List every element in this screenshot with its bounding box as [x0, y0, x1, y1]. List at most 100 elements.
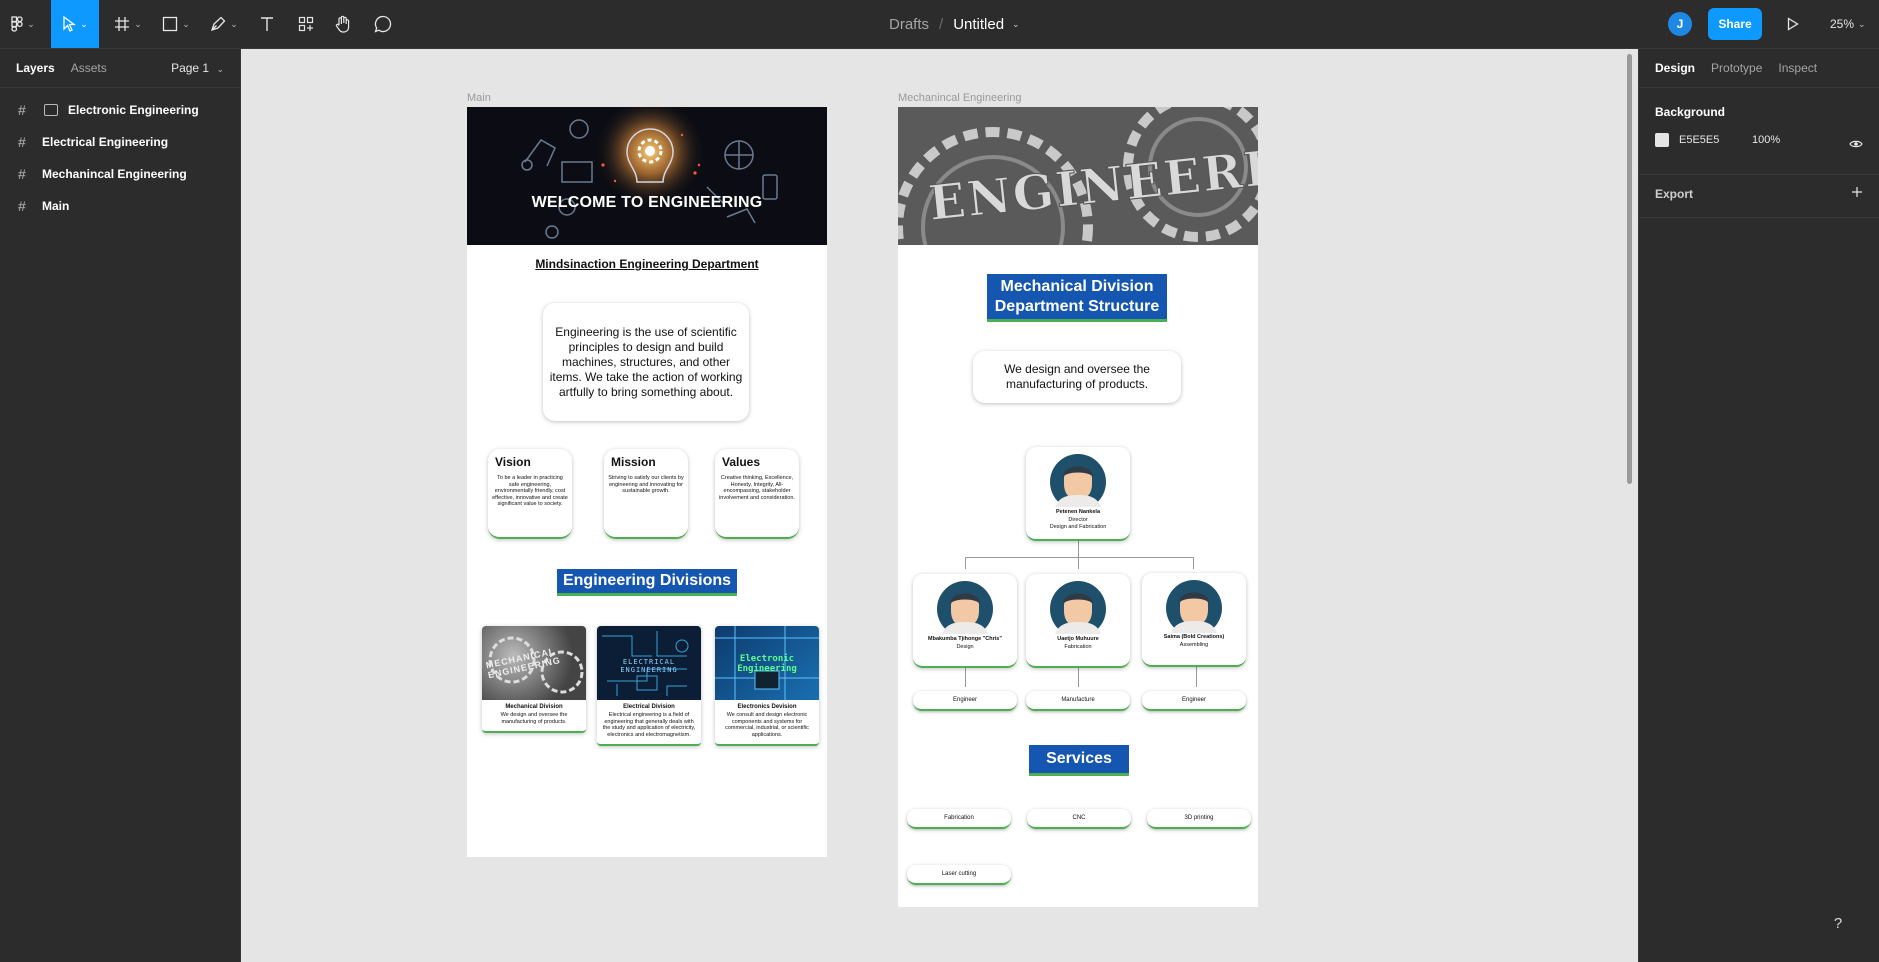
file-name[interactable]: Untitled: [953, 16, 1004, 33]
text-tool-button[interactable]: [254, 0, 280, 48]
layers-panel: Layers Assets Page 1 ⌄ # Electronic Engi…: [0, 49, 241, 962]
rectangle-icon: [163, 16, 178, 32]
comment-tool-button[interactable]: [370, 0, 396, 48]
divider: [1639, 174, 1879, 175]
service-pill: Laser cutting: [907, 865, 1011, 885]
avatar-icon: [1050, 581, 1106, 634]
mission-text: Striving to satisfy our clients by engin…: [608, 475, 684, 494]
canvas-scrollbar[interactable]: [1627, 54, 1632, 484]
plus-icon[interactable]: [1851, 186, 1863, 198]
background-hex[interactable]: E5E5E5: [1679, 134, 1752, 146]
frame-hash-icon: #: [18, 198, 26, 214]
tab-inspect[interactable]: Inspect: [1778, 61, 1817, 75]
chevron-down-icon[interactable]: ⌄: [1012, 19, 1020, 30]
component-frame-icon: [44, 104, 58, 116]
division-title: Electronics Devision: [737, 704, 797, 710]
mechanical-intro-card: We design and oversee the manufacturing …: [973, 351, 1181, 403]
pen-tool-button[interactable]: ⌄: [206, 0, 242, 48]
tab-assets[interactable]: Assets: [71, 61, 107, 75]
person-name: Uaetjo Muhuure: [1057, 636, 1099, 642]
org-node-director: Petenen Nankela Director Design and Fabr…: [1026, 447, 1130, 541]
frame-tool-button[interactable]: ⌄: [110, 0, 146, 48]
circuit-image-caption: ELECTRICAL ENGINEERING: [620, 658, 678, 674]
layer-name: Electronic Engineering: [68, 103, 199, 117]
export-section-title: Export: [1655, 187, 1694, 201]
tab-layers[interactable]: Layers: [16, 61, 55, 75]
layer-item[interactable]: # Electrical Engineering: [0, 126, 240, 158]
mission-card: Mission Striving to satisfy our clients …: [604, 449, 688, 539]
background-fill-row: E5E5E5 100%: [1655, 133, 1780, 147]
right-panel-tabs: Design Prototype Inspect: [1639, 49, 1879, 88]
avatar-icon: [937, 581, 993, 634]
person-role: Fabrication: [1064, 644, 1092, 650]
cursor-arrow-icon: [63, 16, 77, 32]
layer-item[interactable]: # Main: [0, 190, 240, 222]
text-t-icon: [261, 17, 273, 31]
intro-card: Engineering is the use of scientific pri…: [543, 303, 749, 421]
gears-banner: ENGINEERING: [898, 107, 1258, 245]
chevron-down-icon: ⌄: [1858, 18, 1866, 29]
chevron-down-icon: ⌄: [230, 18, 238, 29]
help-button[interactable]: ?: [1821, 906, 1855, 940]
tab-prototype[interactable]: Prototype: [1711, 61, 1762, 75]
hero-title: WELCOME TO ENGINEERING: [531, 194, 763, 211]
top-toolbar: ⌄ ⌄ ⌄ ⌄ ⌄ Drafts / Untitled ⌄ J Share 25…: [0, 0, 1879, 49]
frame-hash-icon: #: [18, 134, 26, 150]
frame-main[interactable]: WELCOME TO ENGINEERING Mindsinaction Eng…: [467, 107, 827, 857]
components-icon: [298, 16, 314, 32]
person-name: Saima (Bold Creations): [1163, 634, 1225, 640]
person-role: Assembling: [1179, 642, 1209, 648]
divider: [1639, 217, 1879, 218]
service-pill: 3D printing: [1147, 809, 1251, 829]
zoom-level: 25%: [1830, 17, 1855, 31]
service-pill: CNC: [1027, 809, 1131, 829]
service-pill: Fabrication: [907, 809, 1011, 829]
page-selector[interactable]: Page 1 ⌄: [171, 61, 224, 75]
frame-mechanical[interactable]: ENGINEERING Mechanical Division Departme…: [898, 107, 1258, 907]
org-node-member: Uaetjo Muhuure Fabrication: [1026, 574, 1130, 668]
background-section-title: Background: [1655, 105, 1726, 119]
layer-item[interactable]: # Electronic Engineering: [0, 94, 240, 126]
org-node-member: Mbakumba Tjihonge "Chris" Design: [913, 574, 1017, 668]
shape-tool-button[interactable]: ⌄: [158, 0, 194, 48]
role-pill: Engineer: [1142, 691, 1246, 711]
chevron-down-icon: ⌄: [80, 18, 88, 29]
layer-name: Main: [42, 199, 70, 213]
org-connector: [1078, 541, 1079, 557]
eye-icon[interactable]: [1849, 139, 1863, 149]
tab-design[interactable]: Design: [1655, 61, 1695, 75]
breadcrumb-drafts[interactable]: Drafts: [889, 16, 929, 33]
hero-banner: WELCOME TO ENGINEERING: [467, 107, 827, 245]
properties-panel: Design Prototype Inspect Background E5E5…: [1638, 49, 1879, 962]
resources-tool-button[interactable]: [293, 0, 319, 48]
comment-bubble-icon: [374, 15, 392, 33]
user-avatar[interactable]: J: [1668, 12, 1692, 36]
figma-logo-icon: [11, 16, 23, 32]
mechanical-division-card: MECHANICAL ENGINEERING Mechanical Divisi…: [482, 626, 586, 733]
division-text: We design and oversee the manufacturing …: [500, 712, 568, 725]
circuit-image: ELECTRICAL ENGINEERING: [597, 626, 701, 700]
division-title: Electrical Division: [623, 704, 675, 710]
org-connector: [965, 557, 966, 569]
breadcrumb-separator: /: [939, 15, 944, 33]
frame-label-mechanical[interactable]: Mechanincal Engineering: [898, 92, 1022, 104]
division-text: We consult and design electronic compone…: [725, 712, 809, 738]
values-text: Creative thinking, Excellence, Honesty, …: [719, 475, 795, 501]
frame-hash-icon: #: [18, 166, 26, 182]
layer-item[interactable]: # Mechanincal Engineering: [0, 158, 240, 190]
move-tool-button[interactable]: ⌄: [51, 0, 99, 48]
share-button[interactable]: Share: [1708, 8, 1762, 40]
zoom-menu[interactable]: 25% ⌄: [1830, 0, 1866, 48]
main-menu-button[interactable]: ⌄: [6, 0, 40, 48]
frame-label-main[interactable]: Main: [467, 92, 491, 104]
file-title[interactable]: Drafts / Untitled ⌄: [889, 0, 1020, 48]
hand-tool-button[interactable]: [330, 0, 356, 48]
person-role: Design: [956, 644, 974, 650]
org-node-member: Saima (Bold Creations) Assembling: [1142, 573, 1246, 667]
background-opacity[interactable]: 100%: [1752, 134, 1780, 146]
present-button[interactable]: [1780, 0, 1806, 48]
color-swatch[interactable]: [1655, 133, 1669, 147]
values-card: Values Creative thinking, Excellence, Ho…: [715, 449, 799, 539]
layer-name: Electrical Engineering: [42, 135, 169, 149]
vision-text: To be a leader in practicing safe engine…: [492, 475, 568, 507]
